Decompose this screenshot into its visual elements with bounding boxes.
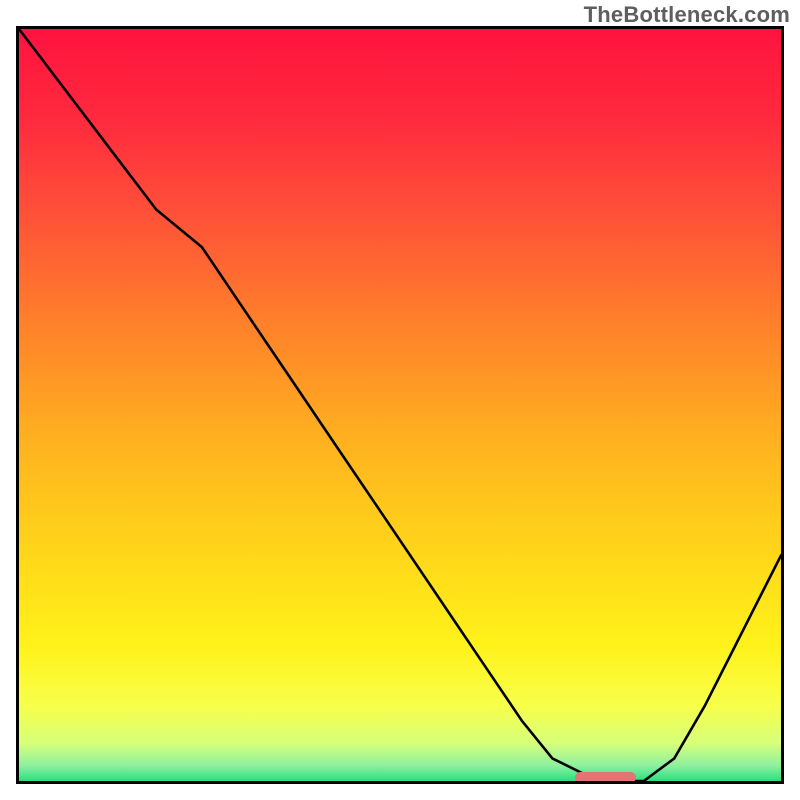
chart-area (16, 26, 784, 784)
bottleneck-curve (19, 29, 781, 781)
optimal-range-marker (575, 772, 636, 783)
watermark-text: TheBottleneck.com (584, 2, 790, 28)
